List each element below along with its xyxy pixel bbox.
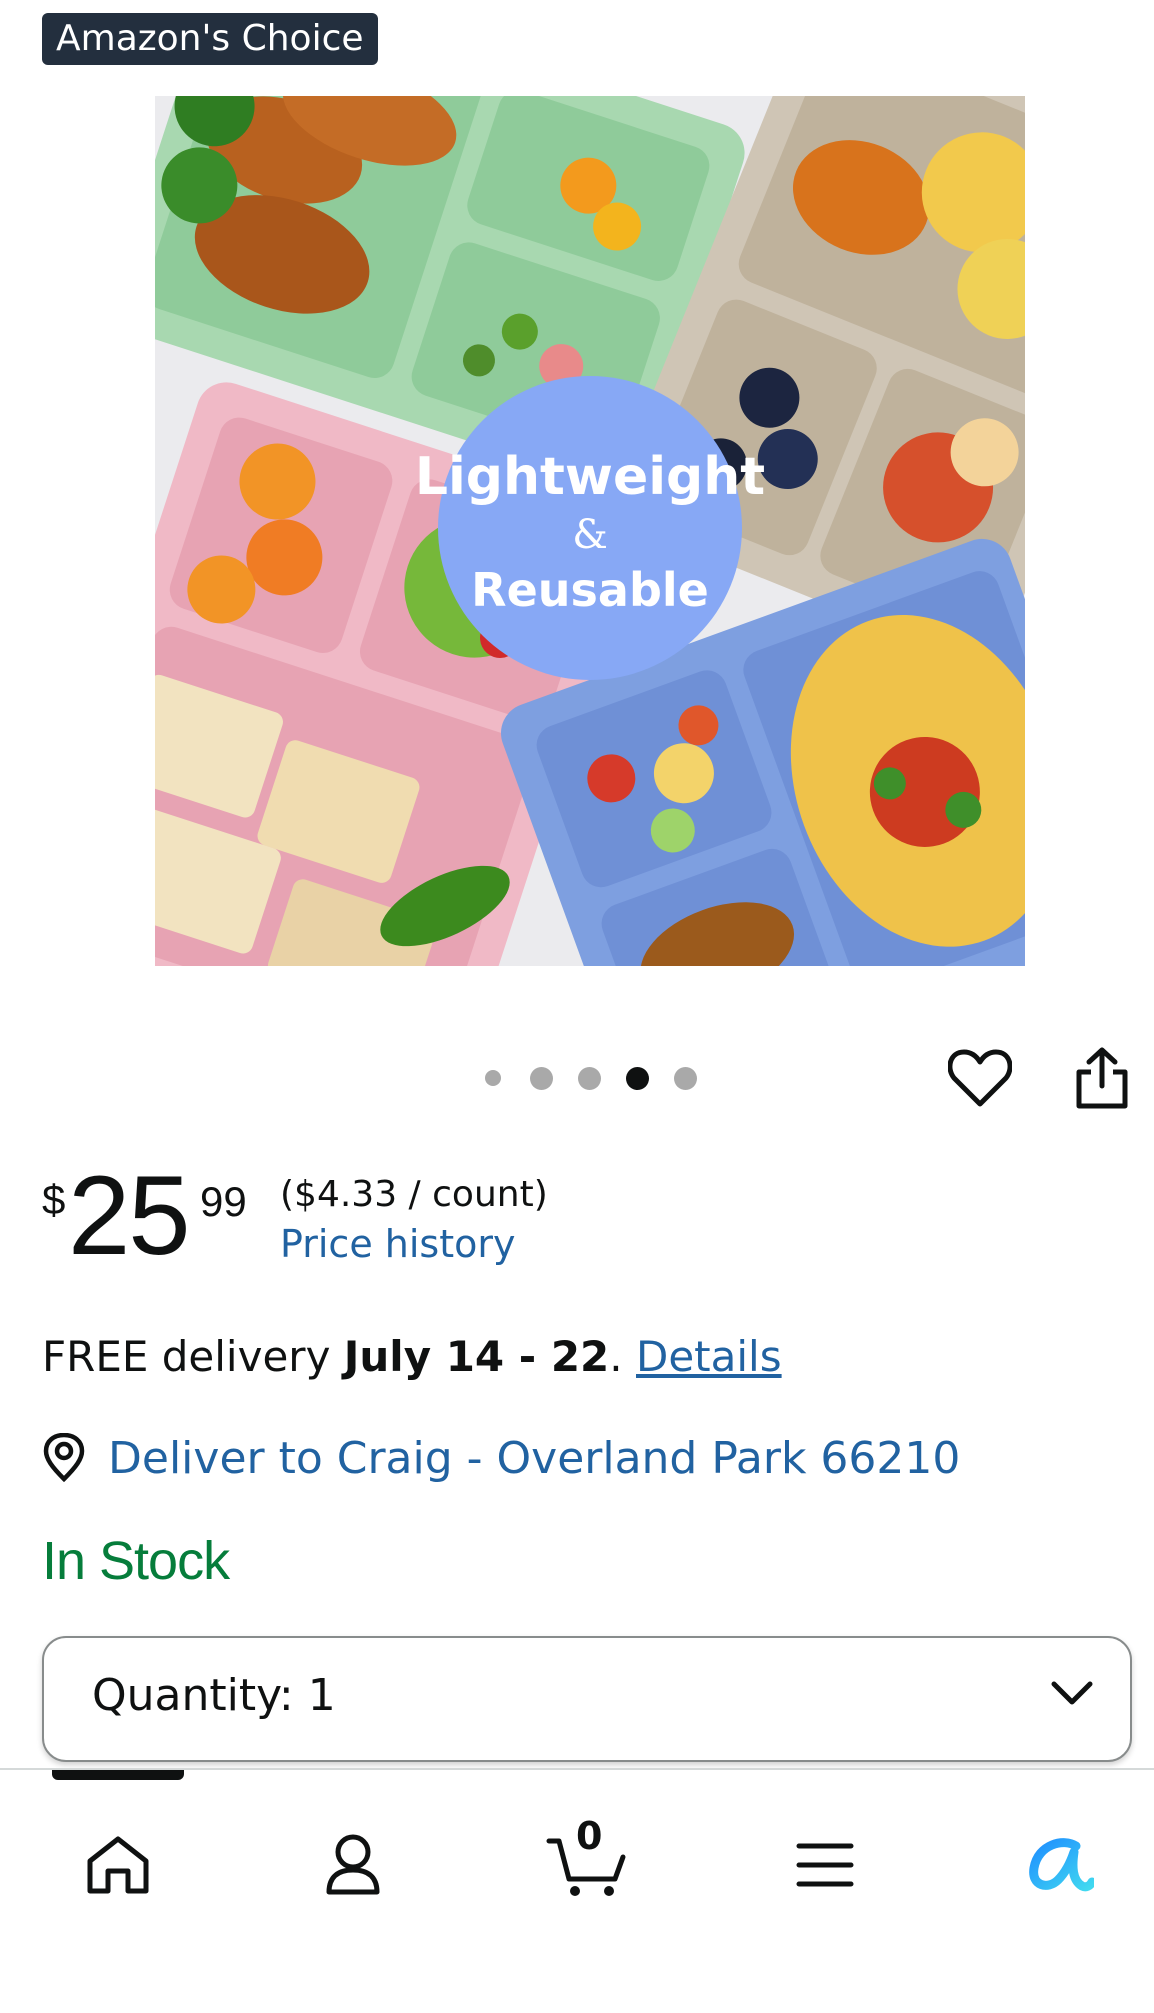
favorite-button[interactable] bbox=[944, 1044, 1016, 1112]
product-photo: Lightweight & Reusable bbox=[155, 96, 1025, 966]
chevron-down-icon bbox=[1051, 1681, 1093, 1705]
pager-dot[interactable] bbox=[485, 1070, 501, 1086]
pager-dot[interactable] bbox=[674, 1067, 697, 1090]
price-whole: 25 bbox=[68, 1153, 191, 1278]
nav-cart[interactable]: 0 bbox=[532, 1810, 642, 1920]
heart-icon bbox=[948, 1049, 1012, 1107]
account-icon bbox=[326, 1834, 380, 1895]
nav-active-indicator bbox=[52, 1770, 184, 1780]
overlay-line-2: & bbox=[572, 512, 608, 558]
delivery-period: . bbox=[609, 1332, 623, 1381]
quantity-dropdown[interactable]: Quantity: 1 bbox=[42, 1636, 1132, 1762]
price-block: $ 25 99 ($4.33 / count) Price history bbox=[42, 1153, 642, 1278]
overlay-line-1: Lightweight bbox=[415, 447, 765, 507]
deliver-to-text[interactable]: Deliver to Craig - Overland Park 66210 bbox=[108, 1433, 960, 1484]
product-image[interactable]: Lightweight & Reusable bbox=[155, 96, 1025, 966]
nav-account[interactable] bbox=[298, 1810, 408, 1920]
home-icon bbox=[87, 1836, 149, 1894]
location-pin-icon bbox=[43, 1433, 85, 1483]
deliver-to-location[interactable]: Deliver to Craig - Overland Park 66210 bbox=[42, 1430, 960, 1486]
price-currency: $ bbox=[42, 1176, 66, 1223]
amazons-choice-badge: Amazon's Choice bbox=[42, 13, 378, 65]
delivery-dates: July 14 - 22 bbox=[343, 1332, 610, 1381]
quantity-value: 1 bbox=[307, 1670, 336, 1721]
price-fraction: 99 bbox=[200, 1178, 247, 1225]
rufus-ai-icon bbox=[1029, 1838, 1094, 1892]
delivery-info: FREE delivery July 14 - 22. Details bbox=[42, 1332, 782, 1381]
bottom-navigation: 0 bbox=[0, 1768, 1154, 2013]
stock-status: In Stock bbox=[42, 1531, 230, 1591]
pager-dot-active[interactable] bbox=[626, 1067, 649, 1090]
overlay-line-3: Reusable bbox=[471, 563, 709, 617]
cart-count: 0 bbox=[576, 1814, 603, 1858]
pager-dot[interactable] bbox=[578, 1067, 601, 1090]
unit-price: ($4.33 / count) bbox=[280, 1174, 548, 1215]
menu-icon bbox=[796, 1843, 854, 1887]
delivery-prefix: FREE delivery bbox=[42, 1332, 331, 1381]
nav-home[interactable] bbox=[63, 1810, 173, 1920]
share-button[interactable] bbox=[1070, 1044, 1134, 1112]
share-icon bbox=[1076, 1047, 1128, 1109]
price-history-link[interactable]: Price history bbox=[280, 1222, 515, 1266]
quantity-label: Quantity: 1 bbox=[92, 1670, 336, 1721]
pager-dot[interactable] bbox=[530, 1067, 553, 1090]
delivery-details-link[interactable]: Details bbox=[636, 1332, 782, 1381]
nav-menu[interactable] bbox=[770, 1810, 880, 1920]
nav-rufus[interactable] bbox=[1006, 1810, 1116, 1920]
